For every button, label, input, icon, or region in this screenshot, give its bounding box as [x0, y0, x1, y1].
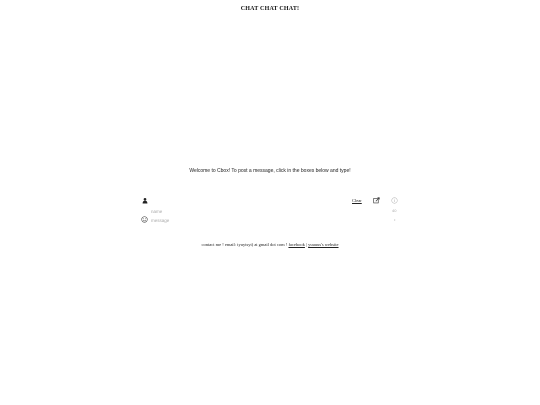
message-char-count: •: [394, 217, 396, 222]
edit-icon[interactable]: [373, 197, 380, 204]
name-input[interactable]: [151, 208, 381, 214]
contact-text: contact me ! email: tyuytsyt) at gmail d…: [201, 242, 289, 247]
facebook-link[interactable]: facebook: [288, 242, 305, 247]
footer: contact me ! email: tyuytsyt) at gmail d…: [0, 242, 540, 247]
smile-icon[interactable]: [141, 216, 148, 223]
page: CHAT CHAT CHAT! Welcome to Cbox! To post…: [0, 0, 540, 405]
info-icon[interactable]: [391, 197, 398, 204]
name-char-count: 40: [392, 208, 397, 213]
clear-button[interactable]: Clear: [352, 198, 362, 203]
page-title: CHAT CHAT CHAT!: [240, 6, 300, 12]
chat-composer: Clear 40 •: [140, 196, 402, 226]
website-link[interactable]: yuuuus's website: [308, 242, 338, 247]
welcome-text: Welcome to Cbox! To post a message, clic…: [189, 168, 351, 174]
message-input[interactable]: [151, 217, 381, 223]
user-icon: [142, 197, 148, 204]
